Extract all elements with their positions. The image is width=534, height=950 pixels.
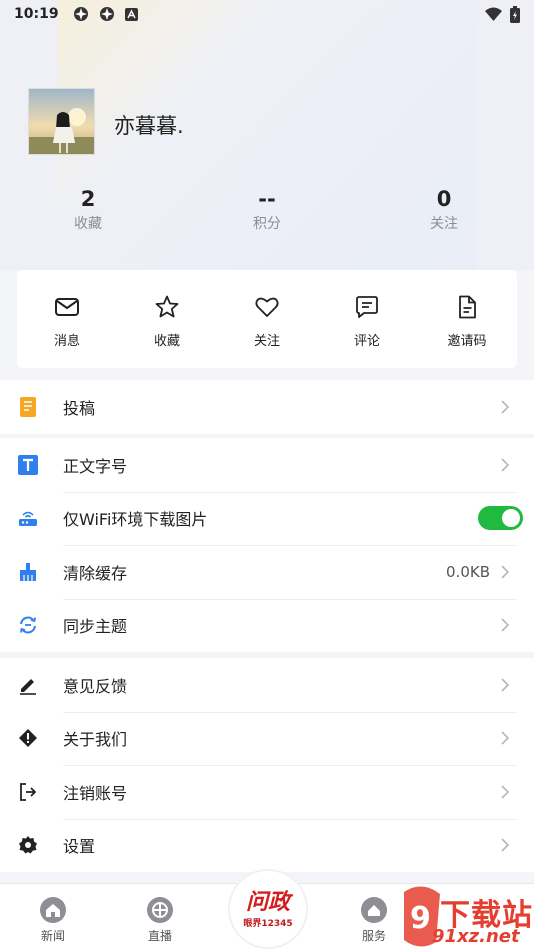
battery-icon xyxy=(510,5,520,23)
comment-icon xyxy=(356,296,378,318)
status-bar: 10:19 xyxy=(0,0,534,28)
menu-item-clear-cache[interactable]: 清除缓存 0.0KB xyxy=(0,545,534,599)
watermark-url: 91xz.net xyxy=(432,926,520,947)
app-notification-icon xyxy=(73,7,88,21)
quick-action-label: 关注 xyxy=(253,334,280,349)
quick-action-label: 收藏 xyxy=(153,334,180,349)
quick-actions: 消息 收藏 关注 评论 邀请码 xyxy=(17,270,517,368)
quick-action-messages[interactable]: 消息 xyxy=(17,270,117,368)
app-notification-icon xyxy=(99,7,114,21)
wifi-signal-icon xyxy=(485,7,502,21)
stat-favorites[interactable]: 2 收藏 xyxy=(38,186,138,236)
menu-item-label: 同步主题 xyxy=(63,617,128,637)
quick-action-label: 评论 xyxy=(353,334,380,349)
gear-icon xyxy=(18,835,38,855)
menu-item-sync-theme[interactable]: 同步主题 xyxy=(0,598,534,653)
menu-item-label: 清除缓存 xyxy=(63,563,128,583)
stat-points[interactable]: -- 积分 xyxy=(217,186,317,236)
sync-icon xyxy=(18,615,38,635)
tab-live[interactable]: 直播 xyxy=(130,896,190,944)
quick-action-following[interactable]: 关注 xyxy=(217,270,317,368)
heart-icon xyxy=(255,297,279,317)
stat-label: 关注 xyxy=(430,216,458,232)
live-icon xyxy=(147,897,173,923)
menu-item-label: 意见反馈 xyxy=(63,676,128,696)
menu-item-submit[interactable]: 投稿 xyxy=(0,380,534,434)
mail-icon xyxy=(55,298,79,316)
wenzheng-title: 问政 xyxy=(245,888,290,915)
stat-value: 2 xyxy=(80,187,96,211)
quick-action-label: 消息 xyxy=(53,334,80,349)
chevron-right-icon xyxy=(501,785,510,799)
menu-item-logout[interactable]: 注销账号 xyxy=(0,765,534,819)
username: 亦暮暮. xyxy=(114,114,184,138)
menu-item-label: 注销账号 xyxy=(63,783,128,803)
service-icon xyxy=(361,897,387,923)
menu-group-preferences: 正文字号 仅WiFi环境下载图片 清除缓存 0.0KB 同步主题 xyxy=(0,438,534,652)
menu-group-submit: 投稿 xyxy=(0,380,534,434)
chevron-right-icon xyxy=(501,565,510,579)
notebook-icon xyxy=(18,396,38,417)
avatar[interactable] xyxy=(28,88,95,155)
home-icon xyxy=(40,897,66,923)
menu-group-account: 意见反馈 关于我们 注销账号 设置 xyxy=(0,658,534,872)
stat-value: 0 xyxy=(436,187,452,211)
cache-size: 0.0KB xyxy=(446,562,490,581)
menu-item-wifi-only[interactable]: 仅WiFi环境下载图片 xyxy=(0,491,534,546)
star-icon xyxy=(155,295,179,318)
quick-action-favorites[interactable]: 收藏 xyxy=(117,270,217,368)
tab-service[interactable]: 服务 xyxy=(344,896,404,944)
stat-value: -- xyxy=(258,187,276,211)
menu-item-label: 正文字号 xyxy=(63,456,128,476)
chevron-right-icon xyxy=(501,678,510,692)
logout-icon xyxy=(18,782,38,802)
quick-action-comments[interactable]: 评论 xyxy=(317,270,417,368)
menu-item-settings[interactable]: 设置 xyxy=(0,818,534,873)
stat-label: 积分 xyxy=(253,216,281,232)
chevron-right-icon xyxy=(501,731,510,745)
tab-label: 直播 xyxy=(147,929,172,943)
menu-item-label: 关于我们 xyxy=(63,730,128,750)
menu-item-label: 仅WiFi环境下载图片 xyxy=(63,510,208,530)
tab-label: 新闻 xyxy=(40,929,65,943)
broom-icon xyxy=(18,562,38,582)
menu-item-label: 投稿 xyxy=(63,398,96,418)
quick-action-label: 邀请码 xyxy=(447,334,487,349)
document-icon xyxy=(459,295,476,319)
stat-label: 收藏 xyxy=(74,216,102,232)
menu-item-about[interactable]: 关于我们 xyxy=(0,711,534,766)
quick-action-invite-code[interactable]: 邀请码 xyxy=(417,270,517,368)
tab-news[interactable]: 新闻 xyxy=(23,896,83,944)
info-diamond-icon xyxy=(18,728,38,748)
wenzheng-subtitle: 眼界12345 xyxy=(243,918,293,929)
toggle-knob xyxy=(502,509,520,528)
menu-item-font-size[interactable]: 正文字号 xyxy=(0,438,534,492)
text-size-icon xyxy=(18,454,38,475)
wifi-only-toggle[interactable] xyxy=(478,506,523,531)
stat-following[interactable]: 0 关注 xyxy=(394,186,494,236)
status-time: 10:19 xyxy=(14,6,59,22)
chevron-right-icon xyxy=(501,618,510,632)
svg-text:9: 9 xyxy=(410,901,431,936)
menu-item-feedback[interactable]: 意见反馈 xyxy=(0,658,534,712)
site-watermark: 9 下载站 91xz.net xyxy=(396,882,534,950)
chevron-right-icon xyxy=(501,400,510,414)
chevron-right-icon xyxy=(501,838,510,852)
chevron-right-icon xyxy=(501,458,510,472)
tab-label: 服务 xyxy=(361,929,386,943)
profile-stats: 2 收藏 -- 积分 0 关注 xyxy=(0,186,534,238)
pencil-icon xyxy=(18,675,38,695)
router-icon xyxy=(18,508,38,528)
a-notification-icon xyxy=(124,7,138,21)
menu-item-label: 设置 xyxy=(63,837,96,857)
tab-wenzheng[interactable]: 问政 眼界12345 xyxy=(230,871,306,947)
